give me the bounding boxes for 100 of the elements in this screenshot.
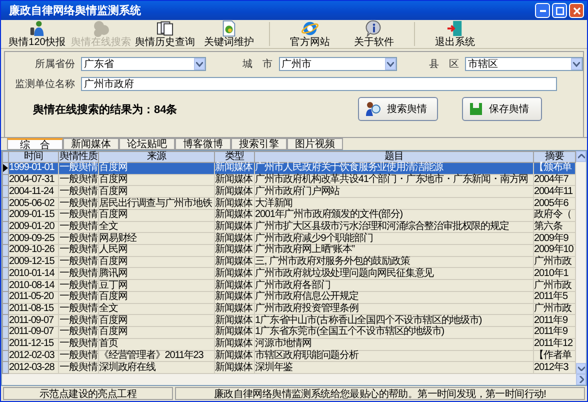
table-cell: 2011-08-15 bbox=[8, 303, 58, 315]
column-header[interactable]: 类型 bbox=[214, 152, 254, 162]
table-cell: 一般舆情 bbox=[58, 209, 98, 222]
tab[interactable]: 新闻媒体 bbox=[63, 138, 119, 150]
table-cell: 一般舆情 bbox=[58, 244, 98, 256]
column-header[interactable]: 舆情性质 bbox=[58, 152, 98, 162]
table-cell: 广州市人民政府关于饮食服务业使用清洁能源 bbox=[254, 162, 534, 174]
table-cell: 2011-09-07 bbox=[8, 326, 58, 338]
table-cell: 新闻媒体 bbox=[214, 256, 254, 268]
table-cell: 百度网 bbox=[98, 314, 214, 327]
table-cell: 大洋新闻 bbox=[254, 198, 534, 210]
column-header[interactable]: 题目 bbox=[254, 152, 534, 162]
window-title: 廉政自律网络舆情监测系统 bbox=[9, 4, 141, 18]
table-cell: 网易财经 bbox=[98, 232, 214, 245]
table-cell: 新闻媒体 bbox=[214, 303, 254, 315]
unit-name-field[interactable]: 广州市政府 bbox=[81, 77, 557, 91]
table-cell: 2010-08-14 bbox=[8, 280, 58, 292]
table-cell: 人民网 bbox=[98, 244, 214, 256]
table-cell: 新闻媒体 bbox=[214, 314, 254, 327]
table-cell: 百度网 bbox=[98, 209, 214, 222]
tab[interactable]: 论坛贴吧 bbox=[119, 138, 175, 150]
table-cell: 深圳政府在线 bbox=[98, 362, 214, 374]
table-cell: 2009-12-15 bbox=[8, 256, 58, 268]
table-cell: 2004-11-24 bbox=[8, 186, 58, 198]
table-cell: 一般舆情 bbox=[58, 221, 98, 233]
toolbar-button[interactable]: 关键词维护 bbox=[197, 20, 261, 48]
table-cell: 新闻媒体 bbox=[214, 244, 254, 256]
table-cell: 2011-12-15 bbox=[8, 338, 58, 350]
toolbar-button[interactable]: 舆情120快报 bbox=[5, 20, 69, 48]
table-cell: 2012-02-03 bbox=[8, 350, 58, 362]
table-cell: 政府令（ bbox=[534, 209, 576, 222]
field-label: 城 市 bbox=[242, 58, 273, 71]
table-cell: 2011-09-07 bbox=[8, 314, 58, 327]
column-header[interactable]: 时间 bbox=[8, 152, 58, 162]
table-cell: 一般舆情 bbox=[58, 326, 98, 338]
table-cell: 2009-10-26 bbox=[8, 244, 58, 256]
table-cell: 新闻媒体 bbox=[214, 338, 254, 350]
table-cell: 2011年12 bbox=[534, 338, 576, 350]
table-cell: 百度网 bbox=[98, 256, 214, 268]
table-cell: 全文 bbox=[98, 221, 214, 233]
table-cell: 新闻媒体 bbox=[214, 198, 254, 210]
table-cell: 2009-01-15 bbox=[8, 209, 58, 222]
save-button[interactable]: 保存舆情 bbox=[462, 97, 542, 121]
table-cell: 一般舆情 bbox=[58, 280, 98, 292]
tab[interactable]: 博客微博 bbox=[175, 138, 231, 150]
field-label: 所属省份 bbox=[34, 58, 75, 71]
table-cell: 新闻媒体 bbox=[214, 268, 254, 280]
table-cell: 腾讯网 bbox=[98, 268, 214, 280]
table-cell: 百度网 bbox=[98, 162, 214, 174]
table-cell: 2012-03-28 bbox=[8, 362, 58, 374]
table-cell: 新闻媒体 bbox=[214, 280, 254, 292]
table-cell: 1999-01-01 bbox=[8, 162, 58, 174]
tab[interactable]: 图片视频 bbox=[287, 138, 343, 150]
table-cell: 首页 bbox=[98, 338, 214, 350]
table-cell: 新闻媒体 bbox=[214, 162, 254, 174]
table-cell: 2009-09-25 bbox=[8, 232, 58, 245]
table-cell: 1广东省中山市(古称香山全国四个不设市辖区的地级市) bbox=[254, 314, 534, 327]
table-cell: 一般舆情 bbox=[58, 338, 98, 350]
table-cell: 2005-06-02 bbox=[8, 198, 58, 210]
status-text: 廉政自律网络舆情监测系统给您最贴心的帮助。第一时间发现，第一时间行动! bbox=[175, 387, 585, 400]
tab[interactable]: 综 合 bbox=[7, 138, 63, 150]
table-cell: 一般舆情 bbox=[58, 268, 98, 280]
tab[interactable]: 搜索引擎 bbox=[231, 138, 287, 150]
table-cell: 一般舆情 bbox=[58, 291, 98, 304]
table-cell: 一般舆情 bbox=[58, 362, 98, 374]
table-cell: 【作者单 bbox=[534, 350, 576, 362]
table-cell: 广州市政府网上晒“账本” bbox=[254, 244, 534, 256]
table-cell: 广州市政 bbox=[534, 256, 576, 268]
table-cell: 一般舆情 bbox=[58, 350, 98, 362]
field-label: 监测单位名称 bbox=[14, 78, 75, 91]
table-cell: 2004-07-31 bbox=[8, 174, 58, 186]
table-cell: 深圳年鉴 bbox=[254, 362, 534, 374]
table-cell: 2004年7 bbox=[534, 174, 576, 186]
table-cell: 广州市政府减少9个职能部门 bbox=[254, 232, 534, 245]
field-label: 县 区 bbox=[428, 58, 459, 71]
table-cell: 一般舆情 bbox=[58, 256, 98, 268]
table-cell: 2011-05-20 bbox=[8, 291, 58, 304]
table-cell: 百度网 bbox=[98, 174, 214, 186]
result-count: 舆情在线搜索的结果为：84条 bbox=[33, 102, 178, 116]
dropdown-field[interactable]: 广州市 bbox=[278, 57, 397, 71]
table-cell: 新闻媒体 bbox=[214, 291, 254, 304]
toolbar-button[interactable]: 舆情历史查询 bbox=[133, 20, 197, 48]
table-cell: 一般舆情 bbox=[58, 314, 98, 327]
toolbar-button[interactable]: 退出系统 bbox=[423, 20, 487, 48]
table-cell: 新闻媒体 bbox=[214, 232, 254, 245]
table-cell: 一般舆情 bbox=[58, 174, 98, 186]
search-button[interactable]: 搜索舆情 bbox=[358, 97, 438, 121]
dropdown-field[interactable]: 市辖区 bbox=[465, 57, 583, 71]
table-cell: 一般舆情 bbox=[58, 198, 98, 210]
dropdown-field[interactable]: 广东省 bbox=[81, 57, 206, 71]
column-header[interactable]: 来源 bbox=[98, 152, 214, 162]
table-cell: 广州市政府门户网站 bbox=[254, 186, 534, 198]
toolbar-button[interactable]: 关于软件 bbox=[342, 20, 406, 48]
table-cell: 一般舆情 bbox=[58, 162, 98, 174]
table-cell: 2010-01-14 bbox=[8, 268, 58, 280]
toolbar-button[interactable]: 官方网站 bbox=[278, 20, 342, 48]
table-cell: 新闻媒体 bbox=[214, 209, 254, 222]
table-cell: 广州市政府就垃圾处理问题向网民征集意见 bbox=[254, 268, 534, 280]
table-cell: 广州市政 bbox=[534, 303, 576, 315]
table-cell: 新闻媒体 bbox=[214, 362, 254, 374]
